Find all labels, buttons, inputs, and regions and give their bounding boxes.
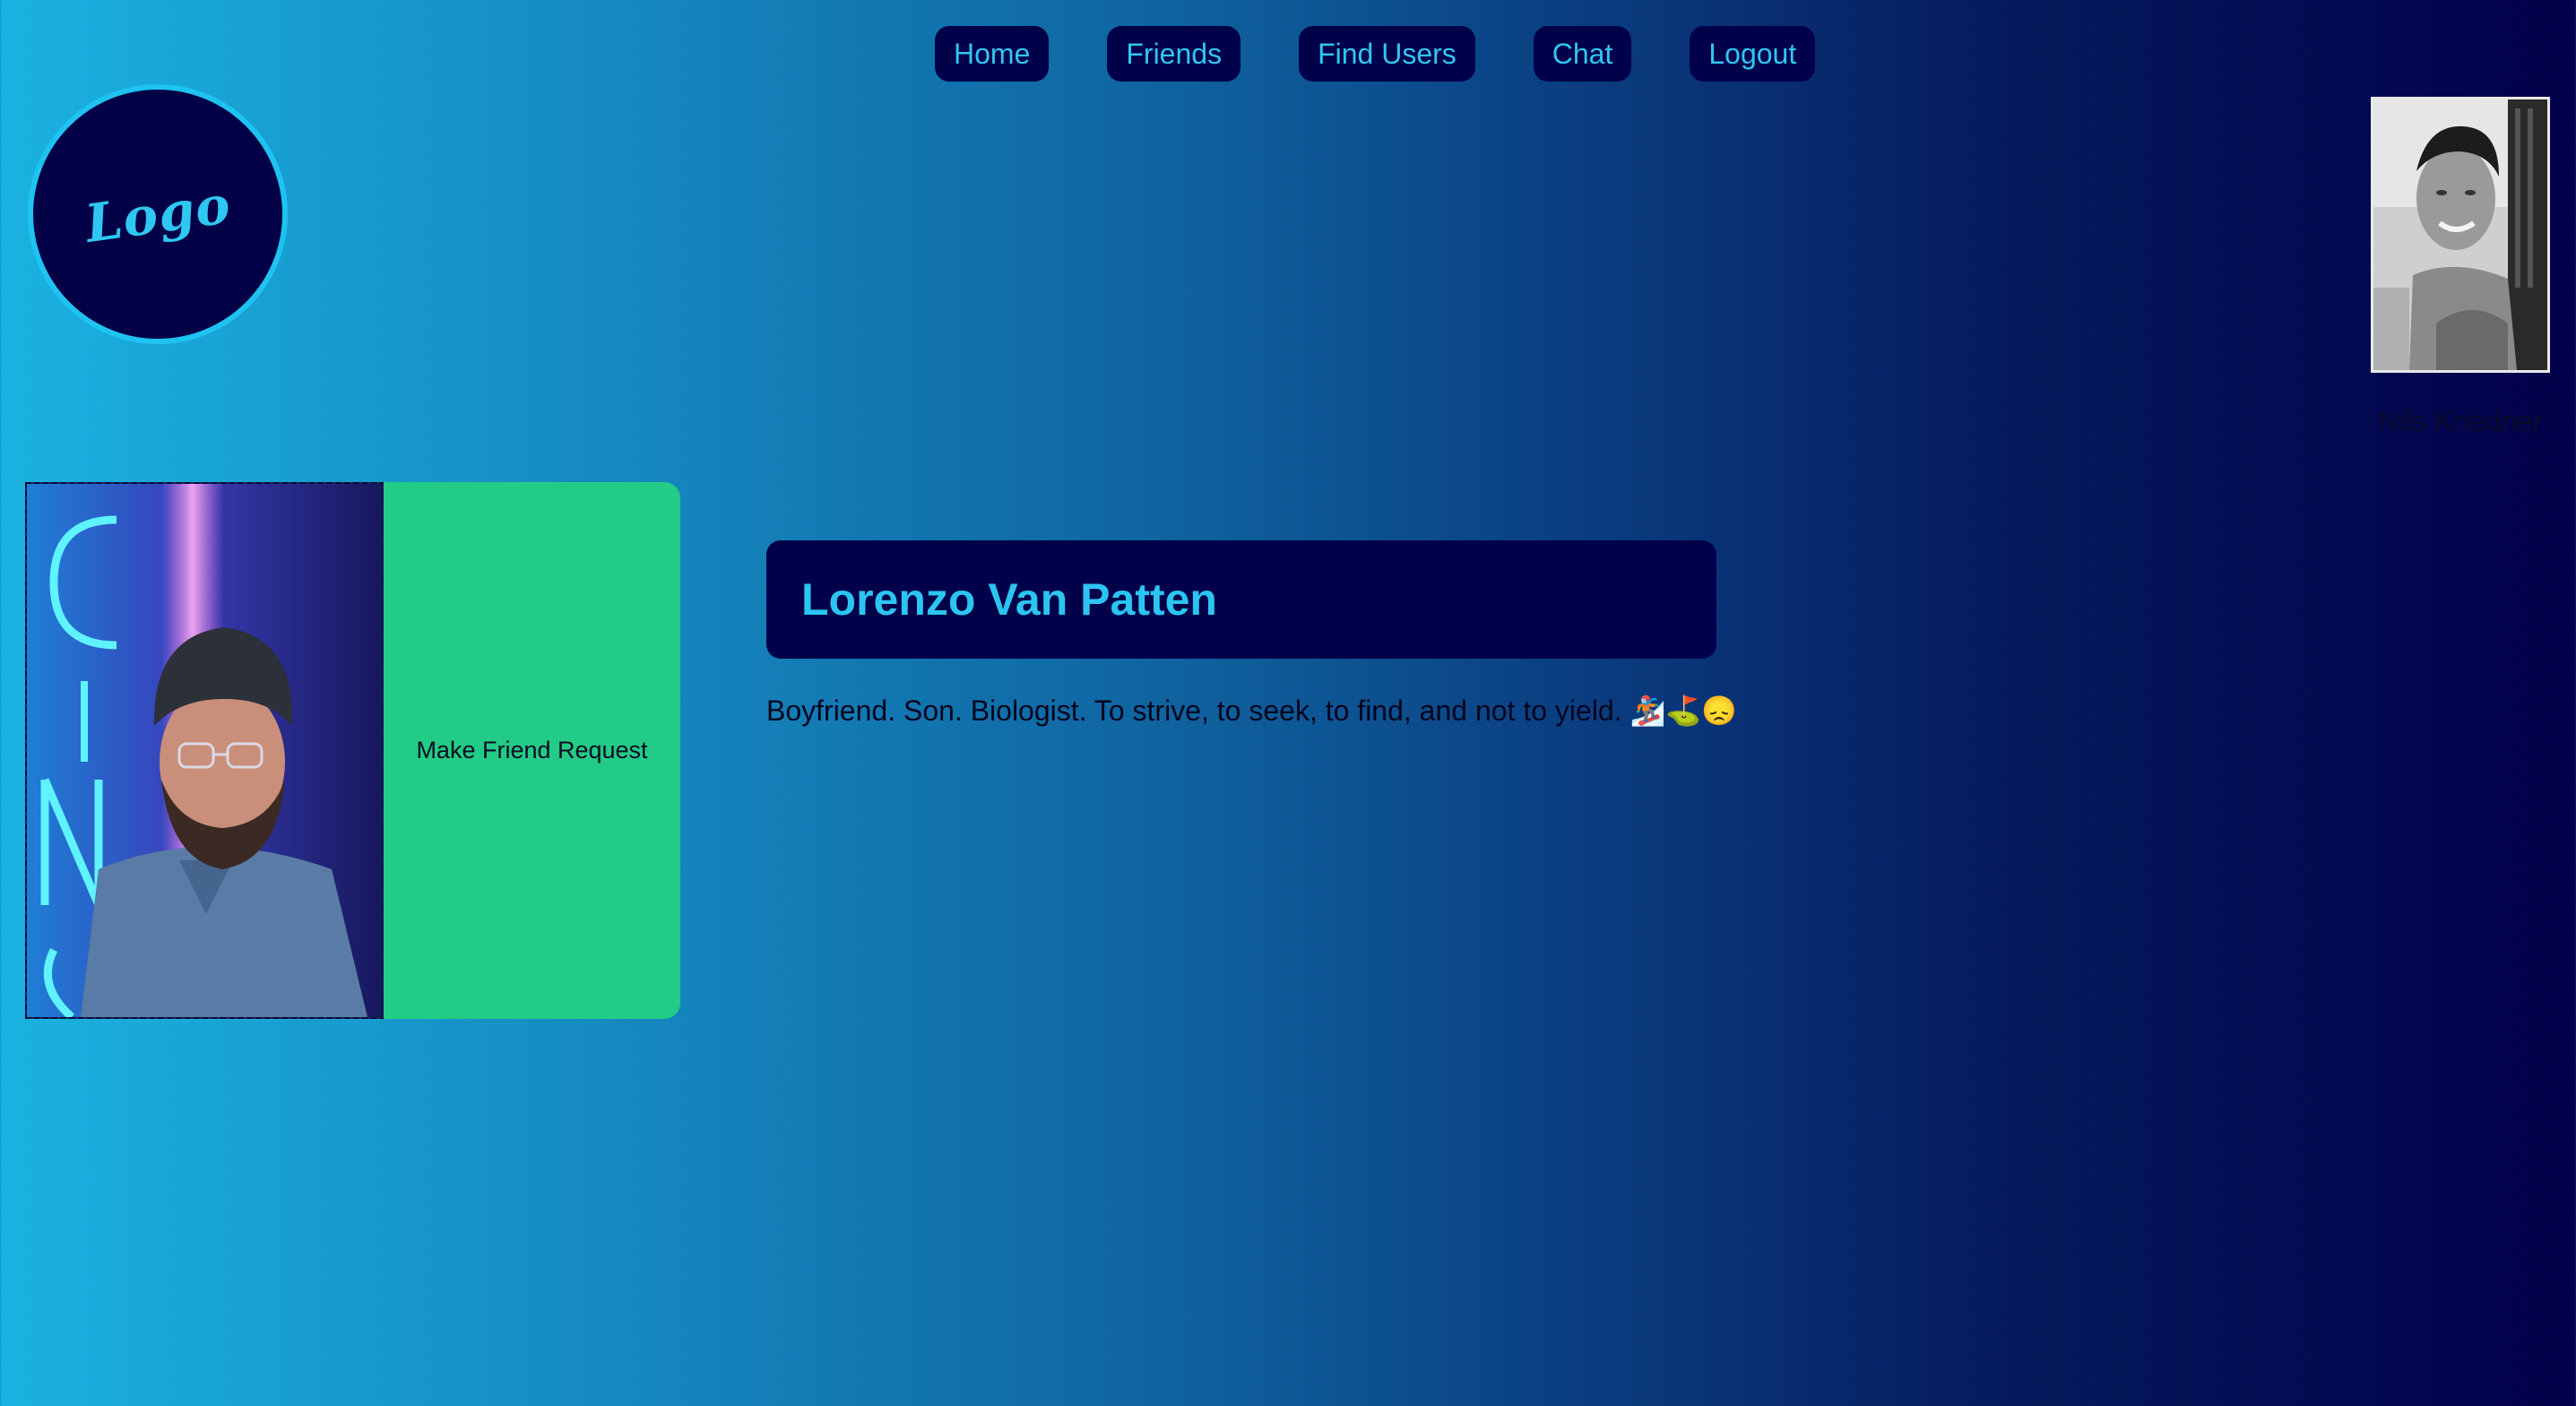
profile-name: Lorenzo Van Patten bbox=[801, 574, 1217, 625]
make-friend-request-label: Make Friend Request bbox=[416, 737, 648, 763]
nav-find-users-button[interactable]: Find Users bbox=[1299, 26, 1475, 82]
nav-friends-button[interactable]: Friends bbox=[1107, 26, 1241, 82]
nav-logout-button[interactable]: Logout bbox=[1690, 26, 1816, 82]
current-user-avatar[interactable] bbox=[2371, 97, 2550, 373]
profile-portrait-image bbox=[27, 484, 384, 1017]
profile-bio: Boyfriend. Son. Biologist. To strive, to… bbox=[766, 694, 1738, 727]
logo[interactable]: Logo bbox=[28, 84, 288, 344]
current-user-portrait-image bbox=[2373, 99, 2547, 370]
make-friend-request-button[interactable]: Make Friend Request bbox=[384, 482, 680, 1019]
nav-chat-button[interactable]: Chat bbox=[1533, 26, 1632, 82]
profile-photo bbox=[25, 482, 385, 1019]
current-user-name: Nils Kriedner bbox=[2378, 405, 2543, 437]
main-nav: Home Friends Find Users Chat Logout bbox=[935, 26, 1816, 82]
logo-text: Logo bbox=[81, 174, 235, 254]
nav-home-button[interactable]: Home bbox=[935, 26, 1050, 82]
profile-name-box: Lorenzo Van Patten bbox=[766, 540, 1716, 659]
